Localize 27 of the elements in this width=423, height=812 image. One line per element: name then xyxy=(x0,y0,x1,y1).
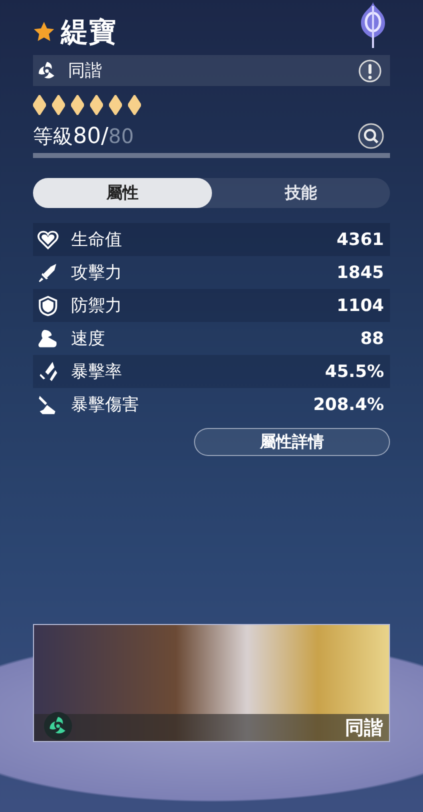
stat-value: 45.5% xyxy=(325,362,384,382)
character-name: 緹寶 xyxy=(61,16,117,50)
path-name: 同諧 xyxy=(68,60,102,82)
stat-label: 暴擊傷害 xyxy=(71,394,139,416)
level-text: 等級80/80 xyxy=(33,122,134,150)
tab[interactable]: 技能 xyxy=(212,178,390,208)
light-cone-path: 同諧 xyxy=(345,716,383,740)
search-icon[interactable] xyxy=(358,123,384,149)
heart-icon xyxy=(37,228,59,250)
light-cone-card[interactable]: 同諧 xyxy=(33,624,390,742)
tab[interactable]: 屬性 xyxy=(33,178,212,208)
stat-value: 4361 xyxy=(336,230,384,250)
sword-icon xyxy=(37,262,59,284)
stat-label: 攻擊力 xyxy=(71,262,122,284)
shield-icon xyxy=(37,294,59,316)
stat-label: 生命值 xyxy=(71,229,122,251)
stat-label: 暴擊率 xyxy=(71,361,122,383)
stat-label: 防禦力 xyxy=(71,295,122,317)
stat-value: 1845 xyxy=(336,262,384,282)
stat-label: 速度 xyxy=(71,328,105,350)
info-icon[interactable] xyxy=(358,58,382,82)
stat-value: 208.4% xyxy=(313,394,384,414)
details-button[interactable]: 屬性詳情 xyxy=(194,428,390,456)
rarity-star-icon xyxy=(33,21,55,43)
stat-value: 1104 xyxy=(336,296,384,316)
stat-value: 88 xyxy=(360,328,384,348)
path-icon xyxy=(44,712,72,740)
